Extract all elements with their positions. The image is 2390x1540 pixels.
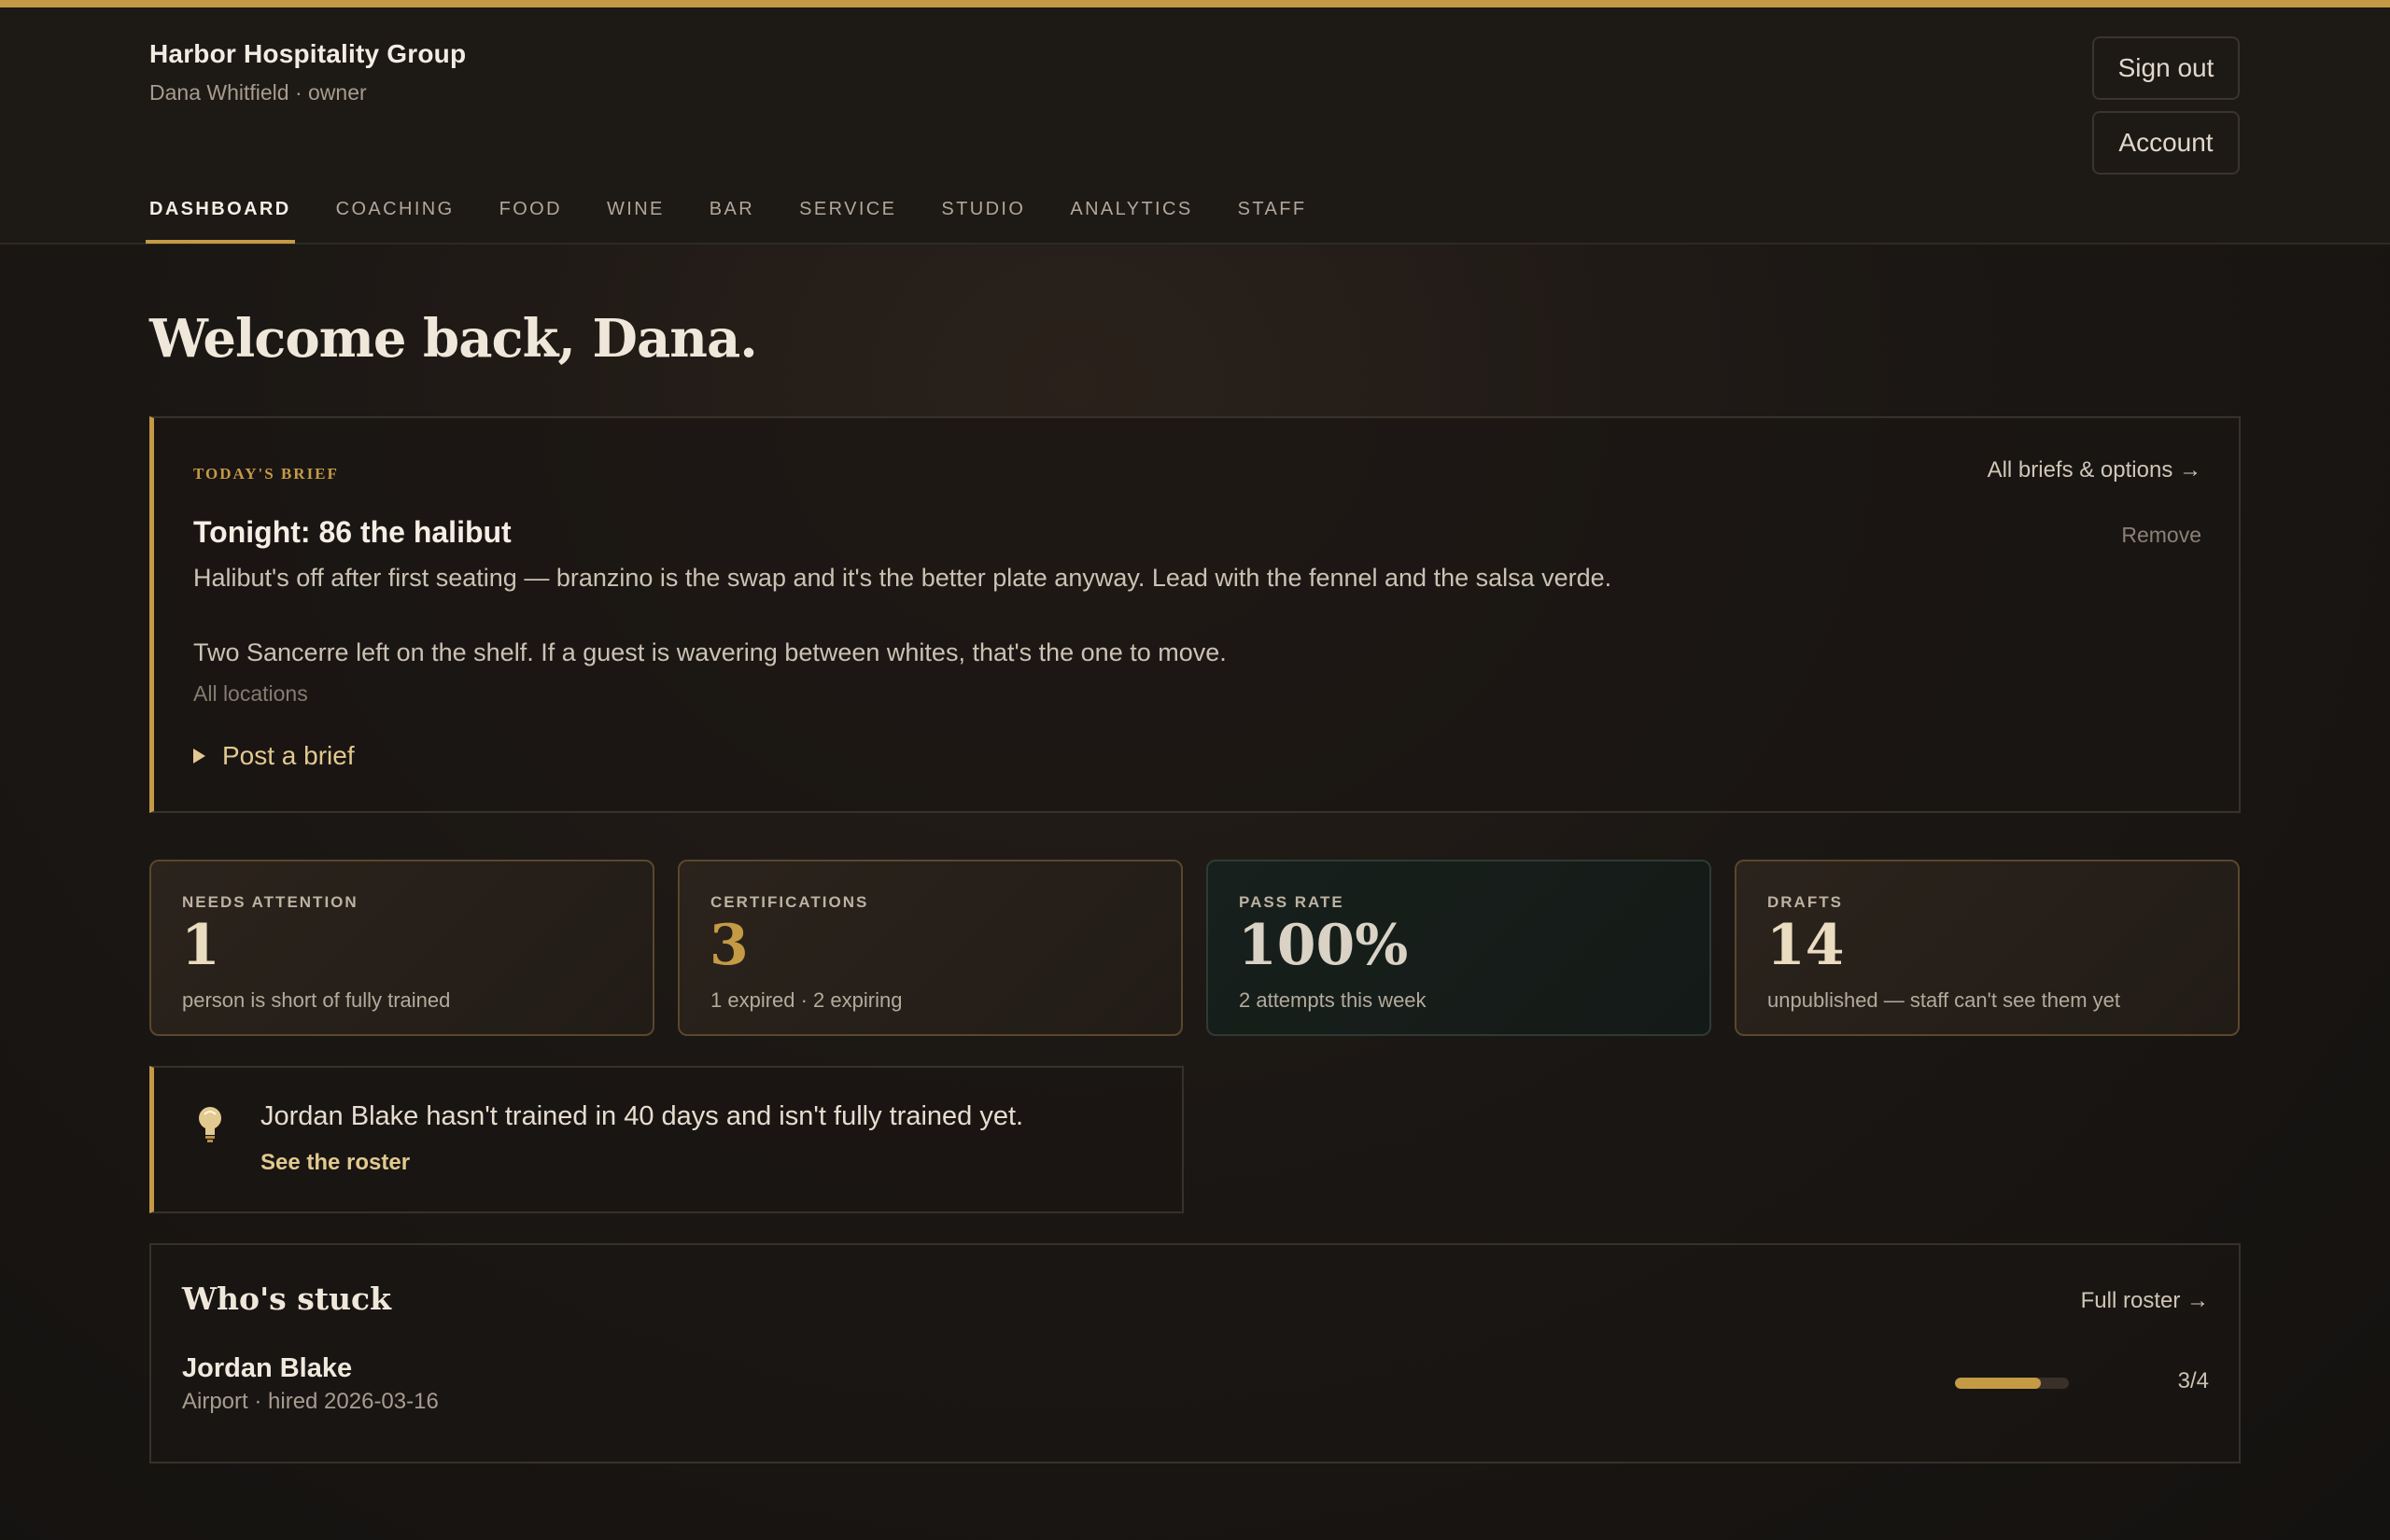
stat-value: 1 — [181, 913, 220, 978]
sign-out-button[interactable]: Sign out — [2092, 36, 2240, 100]
stat-value: 100% — [1238, 913, 1409, 978]
tab-wine[interactable]: WINE — [607, 199, 665, 244]
progress-count: 3/4 — [2177, 1368, 2209, 1393]
stat-subtext: 1 expired · 2 expiring — [710, 988, 903, 1012]
panel-title: Who's stuck — [182, 1281, 392, 1317]
org-name: Harbor Hospitality Group — [149, 39, 467, 68]
remove-brief-button[interactable]: Remove — [2121, 523, 2201, 548]
post-brief-toggle[interactable]: Post a brief — [193, 741, 355, 771]
staff-name: Jordan Blake — [182, 1353, 353, 1383]
account-button[interactable]: Account — [2092, 111, 2240, 175]
stat-subtext: 2 attempts this week — [1239, 988, 1427, 1012]
brief-title: Tonight: 86 the halibut — [193, 515, 512, 549]
stat-label: NEEDS ATTENTION — [182, 893, 358, 911]
stat-label: CERTIFICATIONS — [710, 893, 869, 911]
stat-needs-attention[interactable]: NEEDS ATTENTION 1 person is short of ful… — [149, 860, 654, 1036]
stat-label: DRAFTS — [1767, 893, 1843, 911]
staff-meta: Airport · hired 2026-03-16 — [182, 1389, 439, 1414]
disclosure-triangle-icon — [193, 749, 205, 763]
all-briefs-link[interactable]: All briefs & options → — [1988, 457, 2201, 483]
progress-fill — [1955, 1378, 2041, 1389]
org-block: Harbor Hospitality Group Dana Whitfield … — [149, 39, 466, 105]
attention-tip: Jordan Blake hasn't trained in 40 days a… — [149, 1066, 1184, 1213]
progress-bar — [1955, 1378, 2069, 1389]
brief-label: TODAY'S BRIEF — [193, 465, 339, 483]
stat-value: 3 — [710, 913, 749, 978]
tab-bar[interactable]: BAR — [710, 199, 754, 244]
page-title: Welcome back, Dana. — [149, 308, 758, 370]
tab-coaching[interactable]: COACHING — [336, 199, 455, 244]
brief-paragraph: Halibut's off after first seating — bran… — [193, 564, 1612, 592]
lightbulb-icon — [197, 1105, 223, 1149]
stat-drafts[interactable]: DRAFTS 14 unpublished — staff can't see … — [1735, 860, 2240, 1036]
stat-pass-rate[interactable]: PASS RATE 100% 2 attempts this week — [1206, 860, 1711, 1036]
tab-studio[interactable]: STUDIO — [941, 199, 1025, 244]
stat-subtext: person is short of fully trained — [182, 988, 451, 1012]
current-user: Dana Whitfield · owner — [149, 80, 367, 105]
tip-message: Jordan Blake hasn't trained in 40 days a… — [260, 1101, 1024, 1131]
stat-label: PASS RATE — [1239, 893, 1344, 911]
tab-food[interactable]: FOOD — [499, 199, 562, 244]
accent-bar — [0, 0, 2390, 7]
tab-staff[interactable]: STAFF — [1238, 199, 1307, 244]
tab-dashboard[interactable]: DASHBOARD — [146, 199, 295, 244]
brief-scope: All locations — [193, 681, 308, 706]
tab-analytics[interactable]: ANALYTICS — [1070, 199, 1192, 244]
app-header: Harbor Hospitality Group Dana Whitfield … — [0, 7, 2390, 245]
post-brief-label: Post a brief — [222, 741, 355, 770]
tab-service[interactable]: SERVICE — [799, 199, 896, 244]
whos-stuck-panel: Who's stuck Full roster → Jordan Blake A… — [149, 1243, 2241, 1463]
full-roster-link[interactable]: Full roster → — [2081, 1288, 2209, 1314]
todays-brief-card: TODAY'S BRIEF All briefs & options → Ton… — [149, 416, 2241, 813]
main-nav: DASHBOARD COACHING FOOD WINE BAR SERVICE… — [146, 199, 1351, 244]
stat-certifications[interactable]: CERTIFICATIONS 3 1 expired · 2 expiring — [678, 860, 1183, 1036]
stat-subtext: unpublished — staff can't see them yet — [1767, 988, 2121, 1012]
brief-paragraph: Two Sancerre left on the shelf. If a gue… — [193, 638, 1227, 666]
stat-value: 14 — [1766, 913, 1845, 978]
see-roster-link[interactable]: See the roster — [260, 1150, 410, 1176]
